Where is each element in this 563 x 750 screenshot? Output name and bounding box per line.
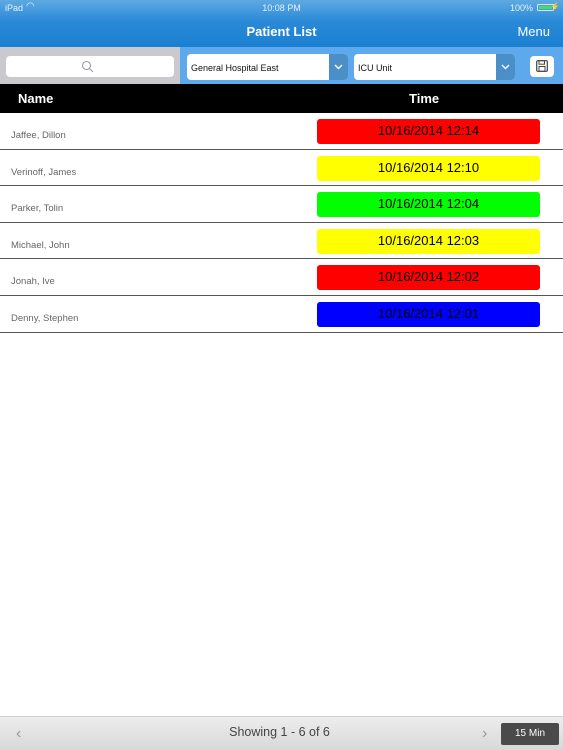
- table-row[interactable]: Michael, John 10/16/2014 12:03: [0, 223, 563, 260]
- unit-select[interactable]: ICU Unit: [354, 54, 515, 80]
- patient-name: Jonah, Ive: [11, 276, 55, 288]
- hospital-select[interactable]: General Hospital East: [187, 54, 348, 80]
- hospital-dropdown-button[interactable]: [329, 54, 348, 80]
- patient-name: Michael, John: [11, 239, 70, 251]
- time-badge: 10/16/2014 12:01: [317, 301, 540, 327]
- patient-table: Jaffee, Dillon 10/16/2014 12:14 Verinoff, …: [0, 113, 563, 333]
- search-bar: [0, 47, 180, 84]
- floppy-disk-icon: [536, 60, 548, 72]
- unit-dropdown-button[interactable]: [496, 54, 515, 80]
- table-row[interactable]: Denny, Stephen 10/16/2014 12:01: [0, 296, 563, 333]
- column-header-time[interactable]: Time: [409, 91, 439, 106]
- table-row[interactable]: Parker, Tolin 10/16/2014 12:04: [0, 186, 563, 223]
- menu-button[interactable]: Menu: [517, 24, 550, 39]
- battery-percent: 100%: [509, 3, 533, 13]
- chevron-down-icon: [501, 64, 510, 70]
- time-badge: 10/16/2014 12:14: [317, 119, 540, 144]
- chevron-down-icon: [334, 64, 343, 70]
- status-bar: iPad ◠ 10:08 PM 100% ⚡: [0, 0, 563, 16]
- status-clock: 10:08 PM: [262, 3, 301, 13]
- filter-toolbar: General Hospital East ICU Unit: [0, 47, 563, 84]
- navigation-bar: iPad ◠ 10:08 PM 100% ⚡ Patient List Menu: [0, 0, 563, 47]
- page-title: Patient List: [246, 24, 317, 39]
- table-row[interactable]: Jonah, Ive 10/16/2014 12:02: [0, 259, 563, 296]
- table-header: Name Time: [0, 84, 563, 113]
- search-icon: [81, 60, 94, 73]
- chevron-right-icon[interactable]: ›: [482, 725, 487, 743]
- patient-name: Verinoff, James: [11, 166, 77, 178]
- time-badge: 10/16/2014 12:10: [317, 155, 540, 181]
- patient-name: Denny, Stephen: [11, 312, 79, 324]
- time-badge: 10/16/2014 12:04: [317, 192, 540, 218]
- column-header-name[interactable]: Name: [18, 91, 53, 106]
- patient-name: Parker, Tolin: [11, 203, 64, 215]
- time-badge: 10/16/2014 12:03: [317, 228, 540, 254]
- patient-name: Jaffee, Dillon: [11, 130, 66, 141]
- unit-select-value: ICU Unit: [358, 63, 393, 73]
- save-button[interactable]: [530, 56, 554, 77]
- bolt-icon: ⚡: [550, 2, 560, 11]
- patient-list-app: iPad ◠ 10:08 PM 100% ⚡ Patient List Menu…: [0, 0, 563, 750]
- hospital-select-value: General Hospital East: [191, 63, 279, 73]
- table-row[interactable]: Verinoff, James 10/16/2014 12:10: [0, 150, 563, 187]
- time-badge: 10/16/2014 12:02: [317, 265, 540, 291]
- pagination-footer: ‹ Showing 1 - 6 of 6 › 15 Min: [0, 716, 563, 750]
- refresh-interval-button[interactable]: 15 Min: [501, 723, 559, 745]
- table-row[interactable]: Jaffee, Dillon 10/16/2014 12:14: [0, 113, 563, 150]
- pagination-status: Showing 1 - 6 of 6: [229, 725, 330, 739]
